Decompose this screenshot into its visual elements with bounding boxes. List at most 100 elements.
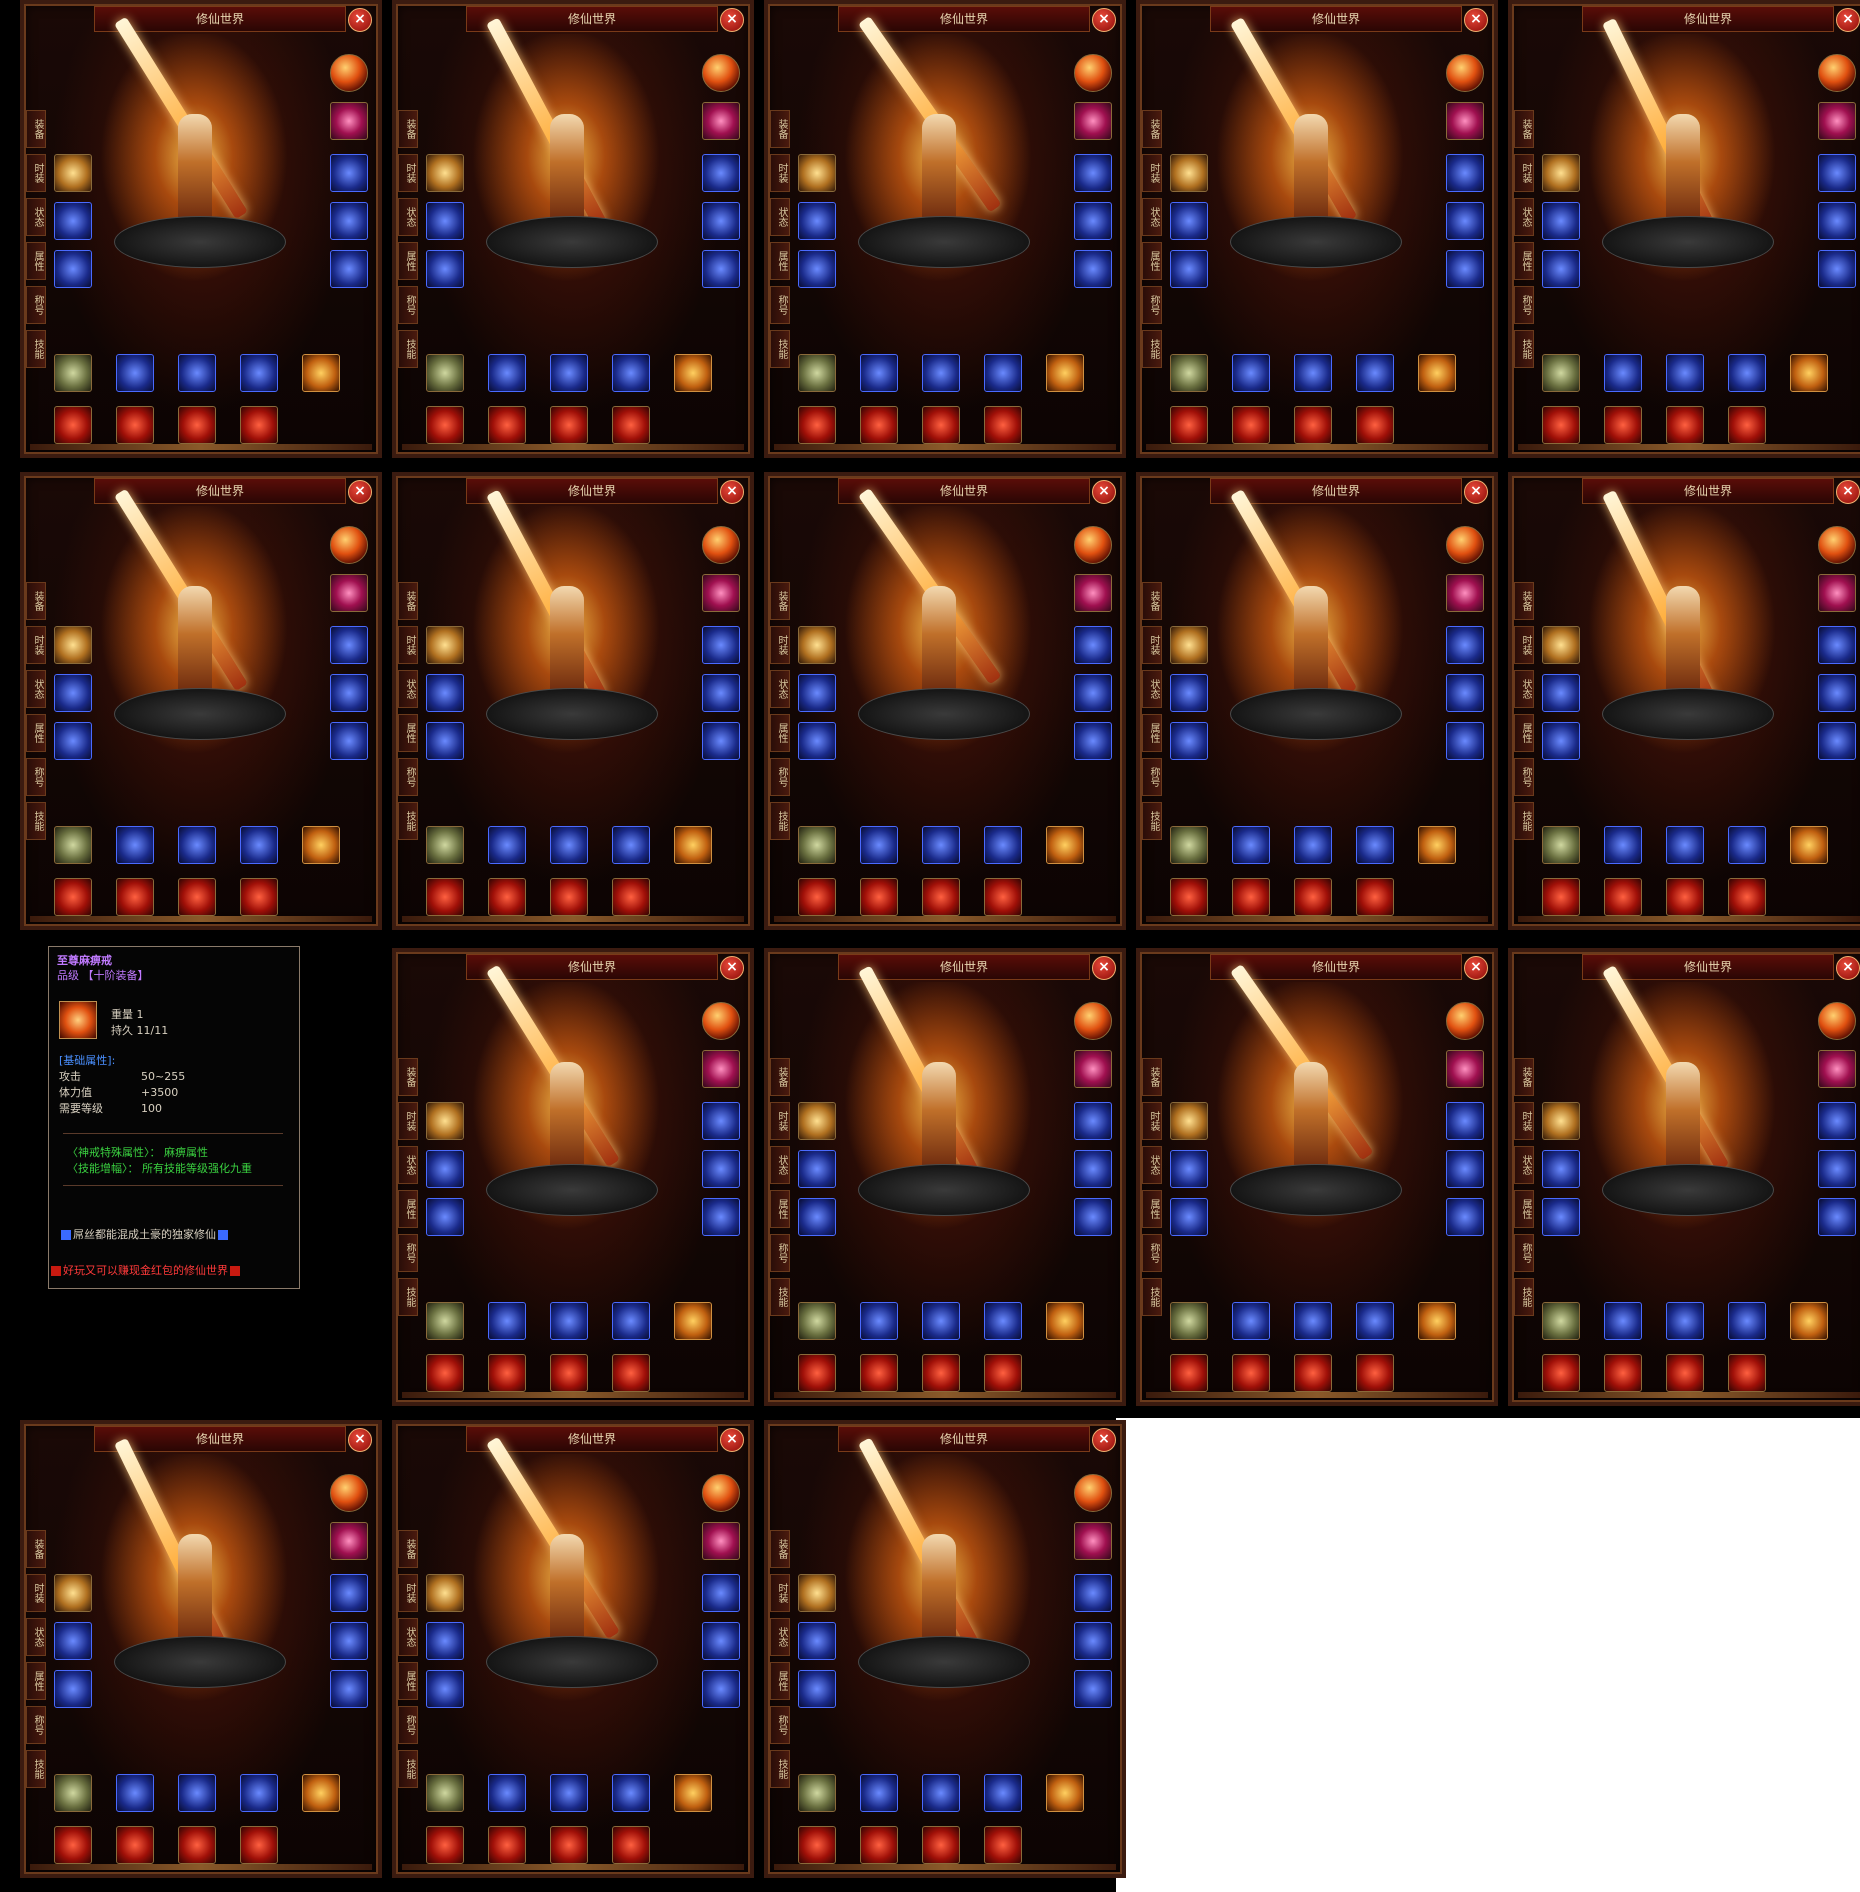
equipment-slot-icon[interactable] xyxy=(1446,154,1484,192)
equipment-slot-icon[interactable] xyxy=(1170,722,1208,760)
equipment-slot-icon[interactable] xyxy=(1604,878,1642,916)
close-icon[interactable]: × xyxy=(1092,8,1116,32)
equipment-slot-icon[interactable] xyxy=(1232,1302,1270,1340)
side-tab[interactable]: 称号 xyxy=(770,758,790,796)
equipment-slot-icon[interactable] xyxy=(426,1302,464,1340)
equipment-slot-icon[interactable] xyxy=(1666,1302,1704,1340)
equipment-slot-icon[interactable] xyxy=(178,826,216,864)
side-tab[interactable]: 状态 xyxy=(770,1146,790,1184)
equipment-slot-icon[interactable] xyxy=(1542,1150,1580,1188)
close-icon[interactable]: × xyxy=(1464,956,1488,980)
equipment-slot-icon[interactable] xyxy=(240,1826,278,1864)
side-tab[interactable]: 状态 xyxy=(1514,670,1534,708)
equipment-slot-icon[interactable] xyxy=(426,406,464,444)
equipment-slot-icon[interactable] xyxy=(612,1774,650,1812)
equipment-slot-icon[interactable] xyxy=(330,1574,368,1612)
equipment-slot-icon[interactable] xyxy=(550,826,588,864)
equipment-slot-icon[interactable] xyxy=(798,1826,836,1864)
side-tab[interactable]: 称号 xyxy=(398,1706,418,1744)
equipment-slot-icon[interactable] xyxy=(426,1622,464,1660)
orb-slot-icon[interactable] xyxy=(1074,526,1112,564)
equipment-slot-icon[interactable] xyxy=(1170,1302,1208,1340)
equipment-slot-icon[interactable] xyxy=(984,406,1022,444)
side-tab[interactable]: 称号 xyxy=(26,1706,46,1744)
equipment-slot-icon[interactable] xyxy=(1542,1198,1580,1236)
side-tab[interactable]: 属性 xyxy=(1142,242,1162,280)
equipment-slot-icon[interactable] xyxy=(1170,878,1208,916)
equipment-slot-icon[interactable] xyxy=(1418,354,1456,392)
side-tab[interactable]: 技能 xyxy=(26,330,46,368)
equipment-slot-icon[interactable] xyxy=(1542,1102,1580,1140)
equipment-slot-icon[interactable] xyxy=(798,674,836,712)
side-tab[interactable]: 时装 xyxy=(398,626,418,664)
orb-slot-icon[interactable] xyxy=(330,526,368,564)
equipment-slot-icon[interactable] xyxy=(1542,674,1580,712)
equipment-slot-icon[interactable] xyxy=(1542,626,1580,664)
side-tab[interactable]: 装备 xyxy=(1142,110,1162,148)
side-tab[interactable]: 时装 xyxy=(770,626,790,664)
orb-slot-icon[interactable] xyxy=(702,1474,740,1512)
equipment-slot-icon[interactable] xyxy=(1046,826,1084,864)
side-tab[interactable]: 称号 xyxy=(398,1234,418,1272)
side-tab[interactable]: 状态 xyxy=(26,198,46,236)
equipment-slot-icon[interactable] xyxy=(550,1826,588,1864)
side-tab[interactable]: 称号 xyxy=(1142,758,1162,796)
side-tab[interactable]: 时装 xyxy=(1142,154,1162,192)
equipment-slot-icon[interactable] xyxy=(488,1774,526,1812)
equipment-slot-icon[interactable] xyxy=(54,722,92,760)
equipment-slot-icon[interactable] xyxy=(550,406,588,444)
equipment-slot-icon[interactable] xyxy=(426,202,464,240)
equipment-slot-icon[interactable] xyxy=(330,1670,368,1708)
equipment-slot-icon[interactable] xyxy=(1356,878,1394,916)
crown-slot-icon[interactable] xyxy=(1074,1050,1112,1088)
equipment-slot-icon[interactable] xyxy=(178,1774,216,1812)
crown-slot-icon[interactable] xyxy=(1446,1050,1484,1088)
equipment-slot-icon[interactable] xyxy=(54,878,92,916)
equipment-slot-icon[interactable] xyxy=(702,250,740,288)
side-tab[interactable]: 装备 xyxy=(26,582,46,620)
equipment-slot-icon[interactable] xyxy=(54,1574,92,1612)
close-icon[interactable]: × xyxy=(720,480,744,504)
equipment-slot-icon[interactable] xyxy=(1818,674,1856,712)
equipment-slot-icon[interactable] xyxy=(240,354,278,392)
side-tab[interactable]: 装备 xyxy=(26,1530,46,1568)
side-tab[interactable]: 状态 xyxy=(398,1146,418,1184)
equipment-slot-icon[interactable] xyxy=(798,1198,836,1236)
equipment-slot-icon[interactable] xyxy=(702,1574,740,1612)
equipment-slot-icon[interactable] xyxy=(702,1198,740,1236)
side-tab[interactable]: 时装 xyxy=(770,154,790,192)
equipment-slot-icon[interactable] xyxy=(1666,1354,1704,1392)
equipment-slot-icon[interactable] xyxy=(1446,250,1484,288)
side-tab[interactable]: 状态 xyxy=(770,1618,790,1656)
side-tab[interactable]: 技能 xyxy=(1514,802,1534,840)
orb-slot-icon[interactable] xyxy=(1074,1002,1112,1040)
side-tab[interactable]: 技能 xyxy=(770,802,790,840)
crown-slot-icon[interactable] xyxy=(1446,102,1484,140)
equipment-slot-icon[interactable] xyxy=(1818,1150,1856,1188)
crown-slot-icon[interactable] xyxy=(330,574,368,612)
equipment-slot-icon[interactable] xyxy=(1542,354,1580,392)
equipment-slot-icon[interactable] xyxy=(488,1826,526,1864)
side-tab[interactable]: 时装 xyxy=(1514,154,1534,192)
equipment-slot-icon[interactable] xyxy=(1170,202,1208,240)
side-tab[interactable]: 装备 xyxy=(770,110,790,148)
side-tab[interactable]: 时装 xyxy=(1142,626,1162,664)
close-icon[interactable]: × xyxy=(1464,480,1488,504)
equipment-slot-icon[interactable] xyxy=(1170,1102,1208,1140)
side-tab[interactable]: 技能 xyxy=(398,330,418,368)
equipment-slot-icon[interactable] xyxy=(54,154,92,192)
side-tab[interactable]: 属性 xyxy=(770,1662,790,1700)
equipment-slot-icon[interactable] xyxy=(240,878,278,916)
equipment-slot-icon[interactable] xyxy=(54,626,92,664)
side-tab[interactable]: 技能 xyxy=(26,802,46,840)
equipment-slot-icon[interactable] xyxy=(1074,674,1112,712)
equipment-slot-icon[interactable] xyxy=(1728,406,1766,444)
equipment-slot-icon[interactable] xyxy=(1170,1198,1208,1236)
side-tab[interactable]: 属性 xyxy=(1142,1190,1162,1228)
side-tab[interactable]: 技能 xyxy=(1514,1278,1534,1316)
crown-slot-icon[interactable] xyxy=(1446,574,1484,612)
equipment-slot-icon[interactable] xyxy=(922,1774,960,1812)
equipment-slot-icon[interactable] xyxy=(330,202,368,240)
equipment-slot-icon[interactable] xyxy=(1170,250,1208,288)
side-tab[interactable]: 时装 xyxy=(1142,1102,1162,1140)
